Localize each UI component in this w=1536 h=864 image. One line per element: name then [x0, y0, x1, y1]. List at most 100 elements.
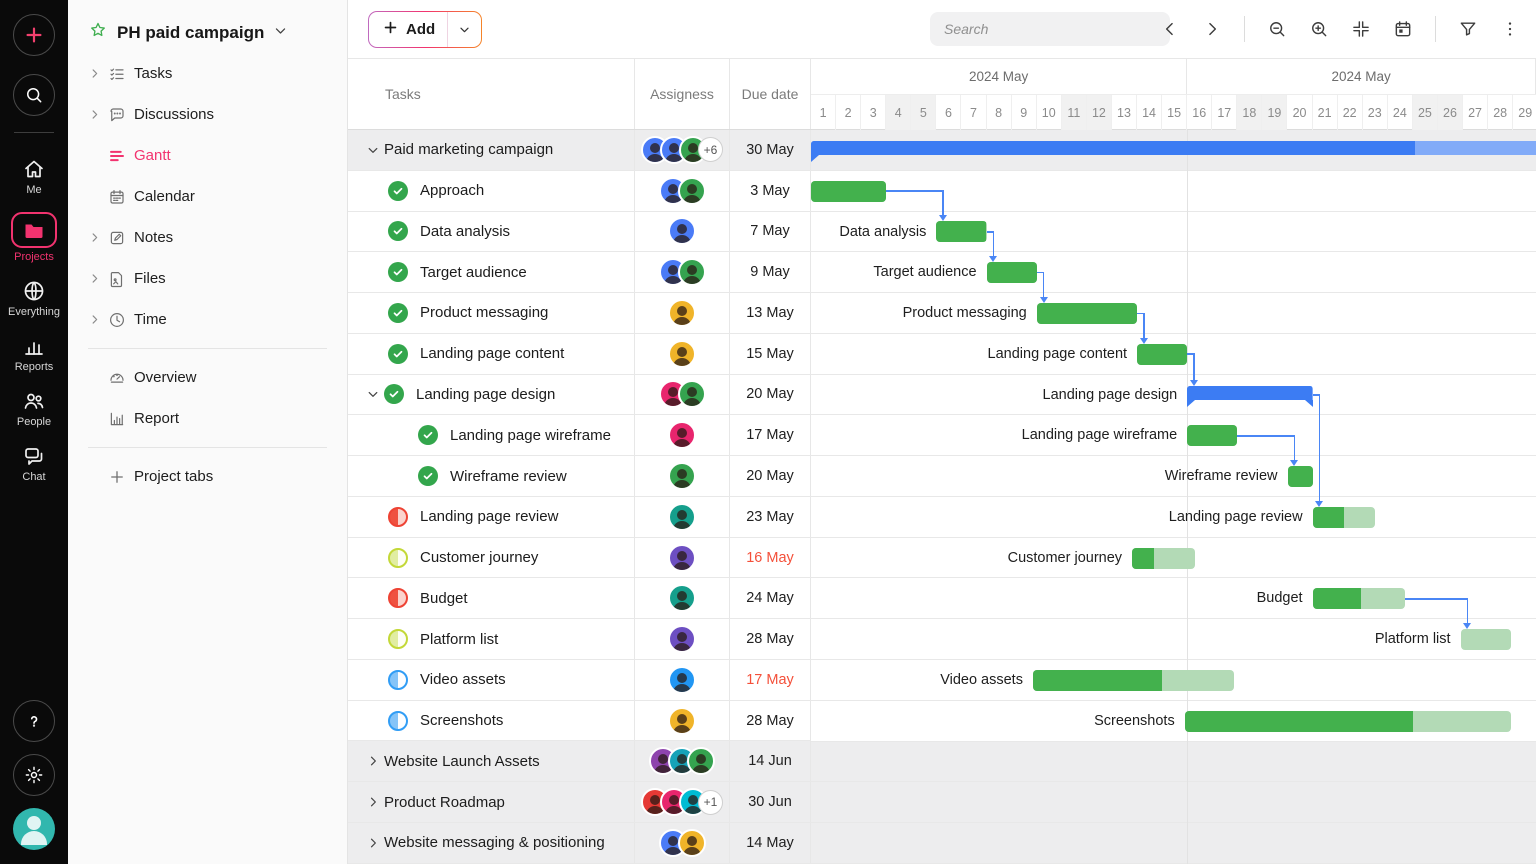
task-row-screenshots[interactable]: Screenshots 28 May [348, 700, 811, 742]
sidebar-item-discussions[interactable]: Discussions [68, 94, 347, 135]
rail-search-button[interactable] [13, 74, 55, 116]
avatar-overflow-badge[interactable]: +6 [698, 137, 723, 163]
search-input[interactable] [944, 21, 1144, 37]
sidebar-item-overview[interactable]: Overview [68, 357, 347, 398]
user-avatar[interactable] [13, 808, 55, 850]
avatar[interactable] [687, 747, 715, 776]
avatar[interactable] [668, 584, 696, 613]
gantt-bar-product-messaging[interactable] [1036, 302, 1138, 324]
star-icon[interactable] [88, 20, 108, 45]
avatar[interactable] [668, 543, 696, 572]
chevron-right-icon[interactable] [362, 836, 384, 850]
gantt-bar-platform-list[interactable] [1460, 629, 1511, 651]
chevron-right-icon[interactable] [88, 231, 108, 244]
sidebar-item-gantt[interactable]: Gantt [68, 135, 347, 176]
chevron-down-icon[interactable] [362, 143, 384, 157]
task-row-campaign[interactable]: Paid marketing campaign +6 30 May [348, 130, 811, 171]
avatar[interactable] [677, 380, 706, 409]
sidebar-item-files[interactable]: Files [68, 258, 347, 299]
avatar[interactable] [668, 421, 696, 450]
gantt-bar-approach[interactable] [811, 180, 887, 202]
collapse-icon[interactable] [1351, 19, 1371, 39]
sidebar-item-time[interactable]: Time [68, 299, 347, 340]
task-row-platform-list[interactable]: Platform list 28 May [348, 619, 811, 660]
avatar[interactable] [668, 502, 696, 531]
avatar[interactable] [668, 706, 696, 735]
rail-item-chat[interactable]: Chat [22, 444, 46, 483]
chevron-right-icon[interactable] [88, 108, 108, 121]
sidebar-item-notes[interactable]: Notes [68, 217, 347, 258]
kebab-icon[interactable] [1500, 19, 1520, 39]
status-half-red-icon[interactable] [388, 588, 408, 609]
avatar[interactable] [677, 176, 706, 205]
sidebar-item-report[interactable]: Report [68, 398, 347, 439]
rail-item-projects[interactable]: Projects [11, 212, 57, 263]
zoom-out-icon[interactable] [1267, 19, 1287, 39]
chevron-right-icon[interactable] [88, 67, 108, 80]
rail-item-label: Projects [14, 251, 54, 263]
help-button[interactable] [13, 700, 55, 742]
chevron-left-icon[interactable] [1160, 19, 1180, 39]
gantt-bar-screenshots[interactable] [1184, 710, 1511, 732]
chevron-right-icon[interactable] [362, 754, 384, 768]
rail-item-people[interactable]: People [17, 389, 51, 428]
task-row-landing-page-wireframe[interactable]: Landing page wireframe 17 May [348, 415, 811, 457]
status-done-icon[interactable] [388, 343, 408, 364]
sidebar-item-project-tabs[interactable]: Project tabs [68, 456, 347, 497]
status-done-icon[interactable] [388, 180, 408, 201]
status-half-lime-icon[interactable] [388, 547, 408, 568]
status-half-blue-icon[interactable] [388, 710, 408, 731]
status-done-icon[interactable] [388, 302, 408, 323]
gantt-bar-landing-page-wireframe[interactable] [1187, 425, 1238, 447]
task-row-website-launch-assets[interactable]: Website Launch Assets 14 Jun [348, 741, 811, 783]
gantt-bar-customer-journey[interactable] [1132, 547, 1195, 569]
status-done-icon[interactable] [418, 466, 438, 486]
status-done-icon[interactable] [384, 384, 404, 405]
create-button[interactable] [13, 14, 55, 56]
task-row-landing-page-design[interactable]: Landing page design 20 May [348, 374, 811, 416]
gantt-bar-landing-page-content[interactable] [1137, 343, 1188, 365]
task-row-website-messaging[interactable]: Website messaging & positioning 14 May [348, 823, 811, 864]
calendar-today-icon[interactable] [1393, 19, 1413, 39]
chevron-right-icon[interactable] [88, 313, 108, 326]
chevron-right-icon[interactable] [362, 795, 384, 809]
chevron-right-icon[interactable] [1202, 19, 1222, 39]
avatar[interactable] [668, 339, 696, 368]
avatar[interactable] [668, 625, 696, 654]
gantt-bar-video-assets[interactable] [1032, 669, 1234, 691]
task-row-budget[interactable]: Budget 24 May [348, 578, 811, 620]
filter-icon[interactable] [1458, 19, 1478, 39]
gantt-summary-bar-campaign[interactable] [811, 141, 1536, 163]
status-done-icon[interactable] [388, 262, 408, 283]
settings-button[interactable] [13, 754, 55, 796]
status-half-blue-icon[interactable] [388, 669, 408, 690]
gantt-bar-wireframe-review[interactable] [1287, 466, 1313, 488]
project-title-row[interactable]: PH paid campaign [68, 0, 347, 53]
zoom-in-icon[interactable] [1309, 19, 1329, 39]
status-done-icon[interactable] [418, 425, 438, 446]
rail-item-everything[interactable]: Everything [8, 279, 60, 318]
add-button[interactable]: Add [368, 11, 482, 48]
status-done-icon[interactable] [388, 221, 408, 242]
sidebar-item-calendar[interactable]: Calendar [68, 176, 347, 217]
status-half-red-icon[interactable] [388, 506, 408, 527]
chevron-down-icon[interactable] [362, 387, 384, 401]
avatar-overflow-badge[interactable]: +1 [698, 789, 723, 815]
gantt-bar-data-analysis[interactable] [936, 221, 987, 243]
task-row-product-roadmap[interactable]: Product Roadmap +1 30 Jun [348, 782, 811, 824]
gantt-bar-budget[interactable] [1312, 588, 1406, 610]
avatar[interactable] [668, 462, 696, 490]
chevron-right-icon[interactable] [88, 272, 108, 285]
task-row-approach[interactable]: Approach 3 May [348, 170, 811, 212]
sidebar-item-tasks[interactable]: Tasks [68, 53, 347, 94]
gantt-bar-landing-page-review[interactable] [1312, 506, 1376, 528]
rail-item-me[interactable]: Me [22, 157, 46, 196]
add-dropdown-caret[interactable] [448, 23, 481, 36]
avatar[interactable] [677, 828, 706, 857]
task-row-wireframe-review[interactable]: Wireframe review 20 May [348, 456, 811, 497]
rail-item-reports[interactable]: Reports [15, 334, 53, 373]
status-half-lime-icon[interactable] [388, 629, 408, 650]
task-row-landing-page-review[interactable]: Landing page review 23 May [348, 496, 811, 538]
gantt-summary-bar-landing-page-design[interactable] [1187, 386, 1313, 407]
gantt-bar-target-audience[interactable] [986, 262, 1037, 284]
